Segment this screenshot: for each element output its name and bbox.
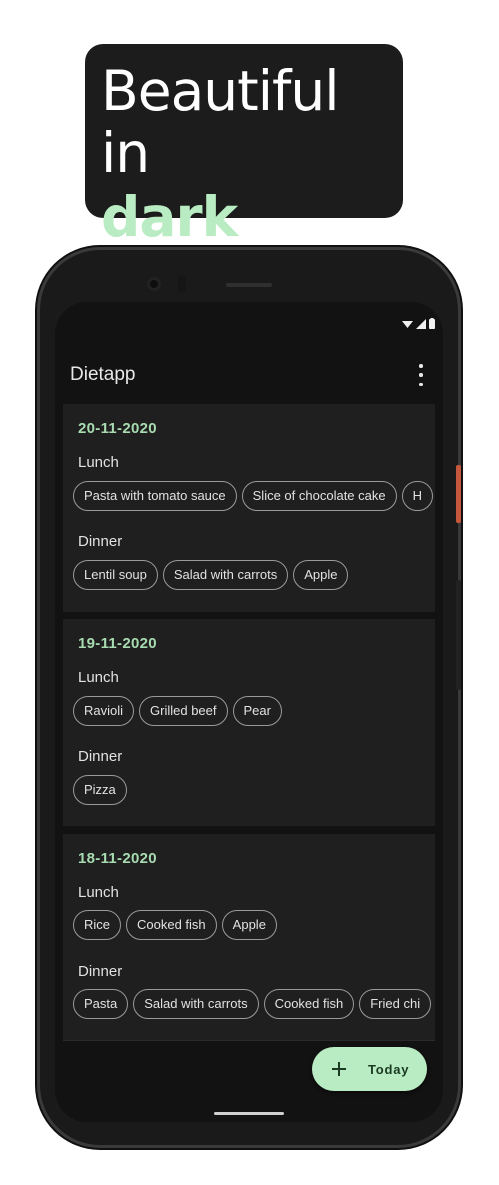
- food-chip[interactable]: Fried chi: [359, 989, 432, 1019]
- chip-row: Ravioli Grilled beef Pear: [73, 696, 435, 726]
- food-chip[interactable]: Cooked fish: [126, 910, 217, 940]
- chip-row: Pasta Salad with carrots Cooked fish Fried …: [73, 989, 435, 1019]
- day-date: 19-11-2020: [78, 635, 157, 652]
- headline-line-1: Beautiful in: [101, 59, 339, 185]
- chip-row: Rice Cooked fish Apple: [73, 910, 435, 940]
- meal-label-lunch: Lunch: [78, 454, 119, 471]
- list-divider: [63, 1040, 435, 1041]
- today-fab-button[interactable]: Today: [312, 1047, 427, 1091]
- status-bar: [402, 318, 435, 329]
- food-chip[interactable]: Apple: [293, 560, 349, 590]
- meal-label-dinner: Dinner: [78, 748, 123, 765]
- day-card[interactable]: 20-11-2020 Lunch Pasta with tomato sauce…: [63, 404, 435, 612]
- food-chip[interactable]: Pasta with tomato sauce: [73, 481, 237, 511]
- food-chip[interactable]: Cooked fish: [263, 989, 355, 1019]
- food-chip[interactable]: Lentil soup: [73, 560, 158, 590]
- food-chip[interactable]: Pizza: [73, 775, 127, 805]
- earpiece-speaker: [226, 283, 272, 287]
- phone-screen: Dietapp 20-11-2020 Lunch Pasta with toma…: [55, 302, 443, 1122]
- wifi-icon: [402, 321, 413, 328]
- battery-icon: [429, 318, 435, 329]
- chip-row: Pizza: [73, 775, 435, 805]
- day-card[interactable]: 18-11-2020 Lunch Rice Cooked fish Apple Di…: [63, 834, 435, 1040]
- meal-label-lunch: Lunch: [78, 884, 119, 901]
- headline-line-2: dark: [101, 185, 238, 249]
- headline-badge: Beautiful in dark: [85, 44, 403, 249]
- fab-label: Today: [368, 1061, 410, 1077]
- app-title: Dietapp: [70, 364, 136, 385]
- overflow-menu-icon[interactable]: [415, 364, 427, 386]
- meal-label-lunch: Lunch: [78, 669, 119, 686]
- food-chip[interactable]: Slice of chocolate cake: [241, 481, 397, 511]
- meal-label-dinner: Dinner: [78, 963, 123, 980]
- food-chip[interactable]: H: [401, 481, 433, 511]
- volume-button: [456, 580, 461, 690]
- food-chip[interactable]: Pear: [232, 696, 282, 726]
- food-chip[interactable]: Ravioli: [73, 696, 135, 726]
- home-gesture-bar[interactable]: [214, 1112, 284, 1115]
- plus-icon: [332, 1062, 346, 1076]
- proximity-sensor: [178, 275, 186, 293]
- chip-row: Pasta with tomato sauce Slice of chocolat…: [73, 481, 435, 511]
- food-chip[interactable]: Rice: [73, 910, 122, 940]
- food-chip[interactable]: Grilled beef: [139, 696, 228, 726]
- signal-icon: [416, 318, 426, 329]
- meal-label-dinner: Dinner: [78, 533, 123, 550]
- front-camera: [147, 277, 161, 291]
- food-chip[interactable]: Apple: [221, 910, 277, 940]
- food-chip[interactable]: Salad with carrots: [133, 989, 259, 1019]
- food-chip[interactable]: Pasta: [73, 989, 129, 1019]
- food-chip[interactable]: Salad with carrots: [162, 560, 289, 590]
- chip-row: Lentil soup Salad with carrots Apple: [73, 560, 435, 590]
- day-card[interactable]: 19-11-2020 Lunch Ravioli Grilled beef Pear…: [63, 619, 435, 826]
- power-button: [456, 465, 461, 523]
- day-date: 20-11-2020: [78, 420, 157, 437]
- day-date: 18-11-2020: [78, 850, 157, 867]
